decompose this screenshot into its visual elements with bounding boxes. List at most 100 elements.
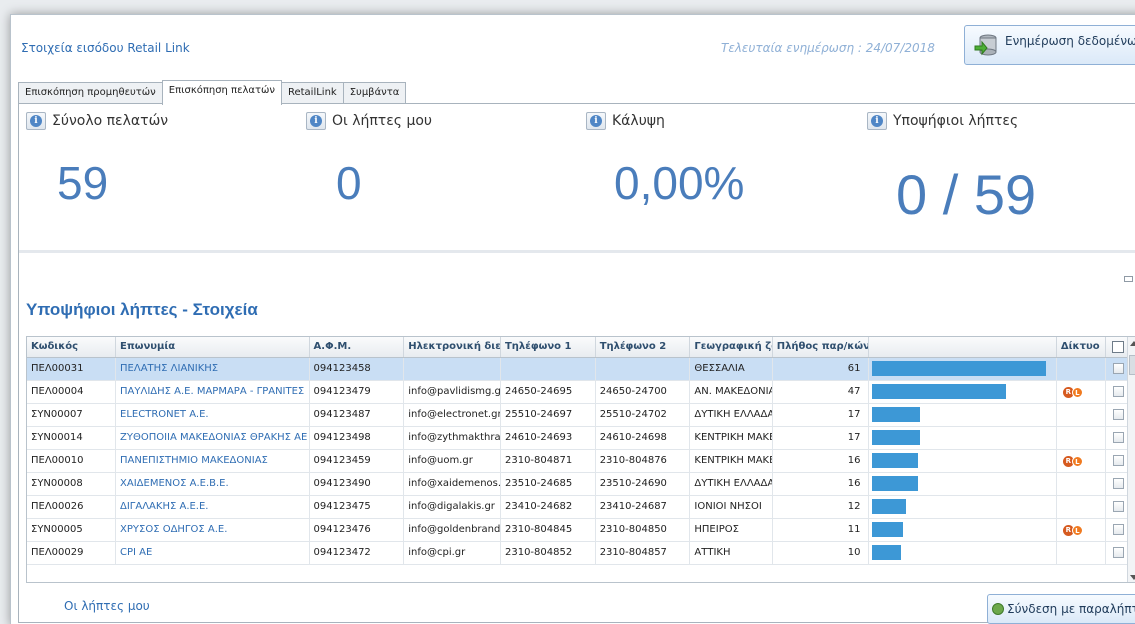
kpi-total-customers-value: 59 bbox=[57, 157, 109, 209]
cell-phone2: 2310-804857 bbox=[595, 541, 691, 565]
column-header-email[interactable]: Ηλεκτρονική διεύθυνση bbox=[403, 337, 501, 358]
cell-zone: ΙΟΝΙΟΙ ΝΗΣΟΙ bbox=[689, 495, 773, 519]
kpi-title: Σύνολο πελατών bbox=[52, 113, 169, 129]
column-header-phone2[interactable]: Τηλέφωνο 2 bbox=[595, 337, 691, 358]
table-row[interactable]: ΣΥΝ00008 ΧΑΙΔΕΜΕΝΟΣ Α.Ε.Β.Ε. 094123490 info… bbox=[27, 472, 1131, 496]
column-header-count[interactable]: Πλήθος παρ/κών bbox=[772, 337, 870, 358]
table-row[interactable]: ΠΕΛ00029 CPI AE 094123472 info@cpi.gr 2310-8… bbox=[27, 541, 1131, 565]
table-row[interactable]: ΠΕΛ00004 ΠΑΥΛΙΔΗΣ Α.Ε. ΜΑΡΜΑΡΑ - ΓΡΑΝΙΤΕΣ… bbox=[27, 380, 1131, 404]
table-row[interactable]: ΠΕΛ00031 ΠΕΛΑΤΗΣ ΛΙΑΝΙΚΗΣ 094123458 ΘΕΣΣΑΛΙ… bbox=[27, 357, 1131, 381]
scroll-thumb[interactable] bbox=[1129, 355, 1135, 375]
count-bar bbox=[872, 361, 1047, 376]
cell-name: ΔΙΓΑΛΑΚΗΣ Α.Ε.Ε. bbox=[115, 495, 310, 519]
cell-phone1: 2310-804871 bbox=[500, 449, 596, 473]
cell-code: ΠΕΛ00031 bbox=[27, 357, 117, 381]
cell-count-bar bbox=[868, 426, 1057, 450]
cell-afm: 094123475 bbox=[309, 495, 405, 519]
cell-email: info@digalakis.gr bbox=[403, 495, 501, 519]
cell-count: 10 bbox=[772, 541, 870, 565]
kpi-candidate-recipients: i Υποψήφιοι λήπτες bbox=[867, 112, 1018, 130]
cell-email: info@xaidemenos.gr bbox=[403, 472, 501, 496]
grid-header-row: Κωδικός Επωνυμία Α.Φ.Μ. Ηλεκτρονική διεύ… bbox=[27, 337, 1131, 358]
row-checkbox[interactable] bbox=[1113, 386, 1125, 397]
cell-network: RL bbox=[1056, 380, 1107, 404]
cell-email: info@pavlidismg.gr bbox=[403, 380, 501, 404]
column-header-code[interactable]: Κωδικός bbox=[27, 337, 117, 358]
cell-count-bar bbox=[868, 518, 1057, 542]
cell-zone: ΔΥΤΙΚΗ ΕΛΛΑΔΑ bbox=[689, 472, 773, 496]
info-icon[interactable]: i bbox=[306, 112, 326, 130]
cell-name: ΠΕΛΑΤΗΣ ΛΙΑΝΙΚΗΣ bbox=[115, 357, 310, 381]
cell-phone2: 25510-24702 bbox=[595, 403, 691, 427]
cell-code: ΣΥΝ00005 bbox=[27, 518, 117, 542]
row-checkbox[interactable] bbox=[1113, 409, 1125, 420]
cell-count-bar bbox=[868, 472, 1057, 496]
link-icon bbox=[992, 603, 1004, 615]
cell-email: info@goldenbrand.gr bbox=[403, 518, 501, 542]
count-bar bbox=[872, 430, 921, 445]
row-checkbox[interactable] bbox=[1113, 547, 1125, 558]
tab-retaillink[interactable]: RetailLink bbox=[280, 82, 344, 104]
kpi-coverage: i Κάλυψη bbox=[586, 112, 665, 130]
column-header-afm[interactable]: Α.Φ.Μ. bbox=[309, 337, 405, 358]
count-bar bbox=[872, 407, 921, 422]
tab-customers-overview[interactable]: Επισκόπηση πελατών bbox=[161, 80, 282, 105]
cell-network bbox=[1056, 403, 1107, 427]
table-row[interactable]: ΣΥΝ00005 ΧΡΥΣΟΣ ΟΔΗΓΟΣ Α.Ε. 094123476 info@… bbox=[27, 518, 1131, 542]
column-header-phone1[interactable]: Τηλέφωνο 1 bbox=[500, 337, 596, 358]
cell-afm: 094123490 bbox=[309, 472, 405, 496]
select-all-checkbox[interactable] bbox=[1112, 340, 1125, 353]
cell-network: RL bbox=[1056, 518, 1107, 542]
vertical-scrollbar[interactable] bbox=[1127, 337, 1135, 582]
cell-count-bar bbox=[868, 357, 1057, 381]
info-icon[interactable]: i bbox=[586, 112, 606, 130]
kpi-my-recipients: i Οι λήπτες μου bbox=[306, 112, 432, 130]
cell-phone2: 2310-804850 bbox=[595, 518, 691, 542]
minimize-icon[interactable] bbox=[1124, 276, 1133, 282]
cell-network bbox=[1056, 426, 1107, 450]
tab-events[interactable]: Συμβάντα bbox=[342, 82, 407, 104]
row-checkbox[interactable] bbox=[1113, 478, 1125, 489]
info-icon[interactable]: i bbox=[867, 112, 887, 130]
retail-link-network-icon: RL bbox=[1062, 386, 1083, 398]
scroll-up-icon[interactable] bbox=[1130, 341, 1135, 346]
cell-count-bar bbox=[868, 449, 1057, 473]
column-header-zone[interactable]: Γεωγραφική ζώνη bbox=[689, 337, 773, 358]
info-icon[interactable]: i bbox=[26, 112, 46, 130]
cell-count: 16 bbox=[772, 472, 870, 496]
row-checkbox[interactable] bbox=[1113, 524, 1125, 535]
count-bar bbox=[872, 522, 904, 537]
cell-code: ΠΕΛ00004 bbox=[27, 380, 117, 404]
row-checkbox[interactable] bbox=[1113, 501, 1125, 512]
my-recipients-link[interactable]: Οι λήπτες μου bbox=[64, 599, 150, 613]
cell-code: ΠΕΛ00010 bbox=[27, 449, 117, 473]
cell-phone1: 2310-804852 bbox=[500, 541, 596, 565]
cell-count-bar bbox=[868, 403, 1057, 427]
cell-count: 47 bbox=[772, 380, 870, 404]
retail-link-network-icon: RL bbox=[1062, 455, 1083, 467]
cell-email: info@zythmakthrakis.gr bbox=[403, 426, 501, 450]
connect-recipient-label: Σύνδεση με παραλήπτη bbox=[1007, 602, 1135, 616]
count-bar bbox=[872, 545, 902, 560]
tab-suppliers-overview[interactable]: Επισκόπηση προμηθευτών bbox=[18, 82, 163, 104]
column-header-network[interactable]: Δίκτυο bbox=[1056, 337, 1107, 358]
cell-phone2 bbox=[595, 357, 691, 381]
kpi-title: Κάλυψη bbox=[612, 113, 665, 129]
column-header-name[interactable]: Επωνυμία bbox=[115, 337, 310, 358]
scroll-down-icon[interactable] bbox=[1130, 575, 1135, 580]
connect-recipient-button[interactable]: Σύνδεση με παραλήπτη bbox=[987, 594, 1135, 624]
row-checkbox[interactable] bbox=[1113, 363, 1125, 374]
cell-count-bar bbox=[868, 541, 1057, 565]
update-data-button[interactable]: Ενημέρωση δεδομένων bbox=[964, 25, 1135, 65]
table-row[interactable]: ΠΕΛ00010 ΠΑΝΕΠΙΣΤΗΜΙΟ ΜΑΚΕΔΟΝΙΑΣ 094123459… bbox=[27, 449, 1131, 473]
customers-overview-panel: i Σύνολο πελατών 59 i Οι λήπτες μου 0 i … bbox=[18, 103, 1135, 624]
table-row[interactable]: ΣΥΝ00014 ΖΥΘΟΠΟΙΙΑ ΜΑΚΕΔΟΝΙΑΣ ΘΡΑΚΗΣ ΑΕ 09… bbox=[27, 426, 1131, 450]
table-row[interactable]: ΣΥΝ00007 ELECTRONET A.E. 094123487 info@ele… bbox=[27, 403, 1131, 427]
row-checkbox[interactable] bbox=[1113, 432, 1125, 443]
cell-name: CPI AE bbox=[115, 541, 310, 565]
cell-count: 16 bbox=[772, 449, 870, 473]
row-checkbox[interactable] bbox=[1113, 455, 1125, 466]
table-row[interactable]: ΠΕΛ00026 ΔΙΓΑΛΑΚΗΣ Α.Ε.Ε. 094123475 info@di… bbox=[27, 495, 1131, 519]
cell-zone: ΑΤΤΙΚΗ bbox=[689, 541, 773, 565]
cell-afm: 094123479 bbox=[309, 380, 405, 404]
